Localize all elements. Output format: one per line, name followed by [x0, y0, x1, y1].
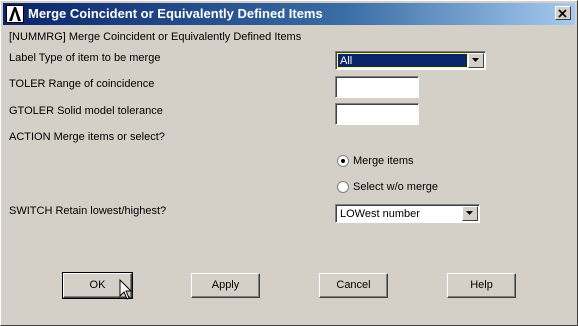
- close-button[interactable]: [555, 6, 571, 20]
- toler-input[interactable]: [335, 76, 419, 98]
- chevron-down-icon: [466, 211, 473, 215]
- label-type-select[interactable]: All: [335, 51, 486, 70]
- merge-dialog: Merge Coincident or Equivalently Defined…: [0, 0, 578, 326]
- gtoler-caption: GTOLER Solid model tolerance: [9, 105, 163, 117]
- close-icon: [558, 9, 567, 18]
- dropdown-arrow[interactable]: [462, 206, 478, 221]
- dropdown-arrow[interactable]: [468, 53, 484, 68]
- toler-caption: TOLER Range of coincidence: [9, 78, 155, 90]
- apply-button[interactable]: Apply: [191, 273, 260, 298]
- mouse-pointer-icon: [119, 279, 133, 300]
- select-wo-merge-radio[interactable]: [337, 181, 349, 193]
- window-title: Merge Coincident or Equivalently Defined…: [28, 6, 323, 21]
- help-button[interactable]: Help: [447, 273, 516, 298]
- cancel-button[interactable]: Cancel: [319, 273, 388, 298]
- title-bar[interactable]: Merge Coincident or Equivalently Defined…: [3, 3, 575, 25]
- command-header: [NUMMRG] Merge Coincident or Equivalentl…: [9, 31, 302, 43]
- chevron-down-icon: [472, 58, 479, 62]
- switch-caption: SWITCH Retain lowest/highest?: [9, 205, 167, 217]
- merge-items-label[interactable]: Merge items: [353, 155, 414, 167]
- label-type-value: All: [337, 53, 468, 68]
- switch-value: LOWest number: [340, 208, 420, 220]
- select-wo-merge-label[interactable]: Select w/o merge: [353, 181, 438, 193]
- action-caption: ACTION Merge items or select?: [9, 131, 165, 143]
- merge-items-radio[interactable]: [337, 155, 349, 167]
- switch-select[interactable]: LOWest number: [335, 204, 480, 223]
- gtoler-input[interactable]: [335, 103, 419, 125]
- label-caption: Label Type of item to be merge: [9, 52, 161, 64]
- ansys-logo-icon: [6, 5, 24, 23]
